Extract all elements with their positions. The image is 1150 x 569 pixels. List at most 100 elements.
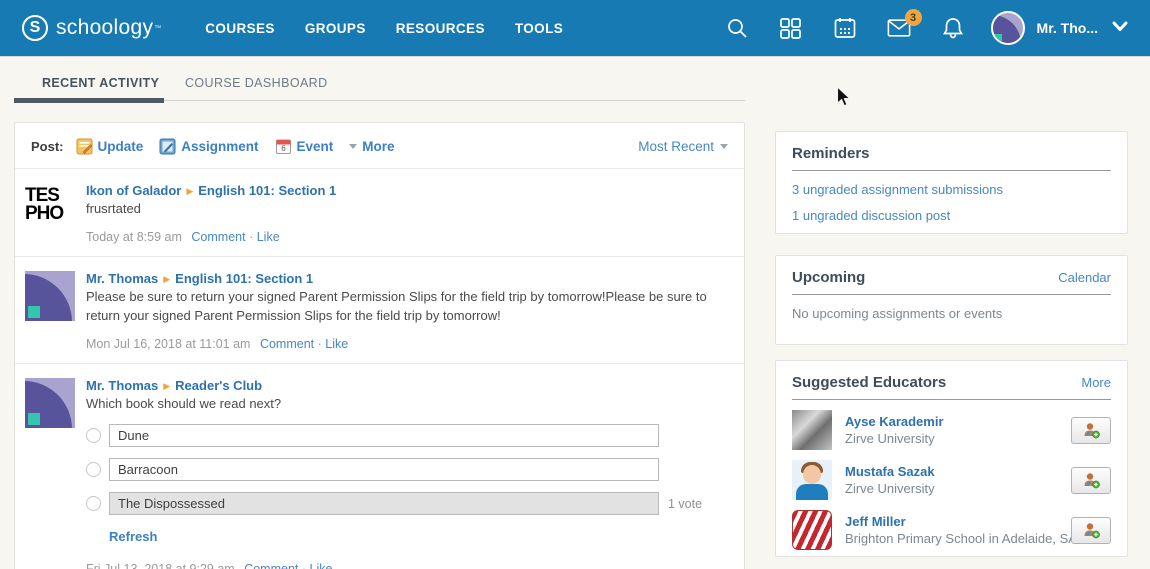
feed-item: TES PHO Ikon of Galador▶English 101: Sec… [15,169,744,256]
messages-icon[interactable]: 3 [887,16,911,40]
post-event-label: Event [297,139,334,154]
poll-option-row: Dune [86,424,728,447]
post-update-button[interactable]: Update [76,138,144,155]
post-more-label: More [362,139,394,154]
header-rule [792,399,1111,400]
person-info: Ayse Karademir Zirve University [845,414,1071,446]
suggested-person-row: Jeff Miller Brighton Primary School in A… [792,510,1111,550]
meta-separator: · [318,337,322,351]
chevron-down-icon[interactable] [1112,19,1128,37]
person-avatar[interactable] [792,410,832,450]
ungraded-discussion-link[interactable]: 1 ungraded discussion post [792,208,1111,223]
logo-wordmark: schoology [56,16,153,40]
post-author-link[interactable]: Ikon of Galador [86,183,181,198]
comment-link[interactable]: Comment [260,337,314,351]
poll-option-box[interactable]: Barracoon [109,458,659,481]
like-link[interactable]: Like [310,562,333,569]
post-context-link[interactable]: Reader's Club [175,378,262,393]
poll-question: Which book should we read next? [86,395,728,414]
post-author-avatar[interactable] [25,378,75,428]
poll-vote-count: 1 vote [668,497,702,511]
poll-option-box[interactable]: Dune [109,424,659,447]
tab-course-dashboard[interactable]: COURSE DASHBOARD [185,76,328,90]
person-avatar[interactable] [792,460,832,500]
like-link[interactable]: Like [257,230,280,244]
like-link[interactable]: Like [325,337,348,351]
upcoming-title: Upcoming [792,269,865,286]
caret-down-icon [720,144,728,149]
active-tab-indicator [14,98,164,103]
comment-link[interactable]: Comment [191,230,245,244]
post-update-label: Update [98,139,144,154]
post-author-avatar[interactable] [25,271,75,321]
messages-badge: 3 [905,9,922,26]
person-organization: Brighton Primary School in Adelaide, SA [845,531,1071,546]
user-name[interactable]: Mr. Tho... [1037,20,1098,36]
card-header: Upcoming Calendar [792,269,1111,286]
post-label: Post: [31,139,64,154]
post-header: Mr. Thomas ▶ Reader's Club [86,378,728,393]
caret-down-icon [349,144,357,149]
suggested-educators-title: Suggested Educators [792,374,946,391]
post-context-link[interactable]: English 101: Section 1 [175,271,313,286]
calendar-link[interactable]: Calendar [1058,270,1111,285]
person-name-link[interactable]: Jeff Miller [845,514,1071,529]
avatar-text-line: PHO [25,205,75,223]
reminders-title: Reminders [792,145,870,162]
calendar-icon[interactable] [833,16,857,40]
ungraded-submissions-link[interactable]: 3 ungraded assignment submissions [792,182,1111,197]
user-avatar[interactable] [991,11,1025,45]
upcoming-empty-text: No upcoming assignments or events [792,306,1111,321]
nav-item-courses[interactable]: COURSES [205,21,275,36]
header-rule [792,294,1111,295]
person-name-link[interactable]: Mustafa Sazak [845,464,1071,479]
sort-label: Most Recent [638,139,714,154]
add-connection-button[interactable] [1071,417,1111,444]
post-header: Ikon of Galador▶English 101: Section 1 [86,183,728,198]
schoology-logo[interactable]: S schoology ™ [22,15,161,41]
post-assignment-button[interactable]: Assignment [159,138,258,155]
app-launcher-icon[interactable] [779,16,803,40]
person-name-link[interactable]: Ayse Karademir [845,414,1071,429]
poll-radio-button[interactable] [86,462,101,477]
header-rule [792,170,1111,171]
person-organization: Zirve University [845,481,1071,496]
nav-right: 3 Mr. Tho... [725,11,1128,45]
post-author-avatar[interactable]: TES PHO [25,183,75,233]
post-context-link[interactable]: English 101: Section 1 [198,183,336,198]
post-meta: Mon Jul 16, 2018 at 11:01 am Comment · L… [86,337,728,351]
nav-item-groups[interactable]: GROUPS [305,21,366,36]
poll-refresh-link[interactable]: Refresh [109,529,157,544]
add-person-icon [1081,522,1101,539]
assignment-icon [159,138,176,155]
feed-item-poll: Mr. Thomas ▶ Reader's Club Which book shou… [15,363,744,569]
breadcrumb-arrow-icon: ▶ [163,381,170,391]
more-link[interactable]: More [1081,375,1111,390]
poll-option-box[interactable]: The Dispossessed [109,492,659,515]
add-person-icon [1081,472,1101,489]
person-avatar[interactable] [792,510,832,550]
search-icon[interactable] [725,16,749,40]
card-header: Reminders [792,145,1111,162]
nav-item-tools[interactable]: TOOLS [515,21,563,36]
post-event-button[interactable]: 6 Event [275,138,334,155]
post-author-link[interactable]: Mr. Thomas [86,378,158,393]
post-author-link[interactable]: Mr. Thomas [86,271,158,286]
comment-link[interactable]: Comment [244,562,298,569]
add-connection-button[interactable] [1071,517,1111,544]
sort-dropdown[interactable]: Most Recent [638,139,728,154]
tab-recent-activity[interactable]: RECENT ACTIVITY [42,76,159,90]
poll-radio-button[interactable] [86,428,101,443]
activity-feed-card: Post: Update Assignment 6 Event [14,122,745,569]
logo-s-icon: S [22,15,48,41]
notifications-icon[interactable] [941,16,965,40]
post-timestamp: Today at 8:59 am [86,230,182,244]
nav-item-resources[interactable]: RESOURCES [396,21,485,36]
meta-separator: · [302,562,306,569]
post-more-button[interactable]: More [349,139,394,154]
post-body: frusrtated [86,200,728,219]
post-meta: Today at 8:59 am Comment · Like [86,230,728,244]
poll-option-row: The Dispossessed 1 vote [86,492,728,515]
add-connection-button[interactable] [1071,467,1111,494]
poll-radio-button[interactable] [86,496,101,511]
